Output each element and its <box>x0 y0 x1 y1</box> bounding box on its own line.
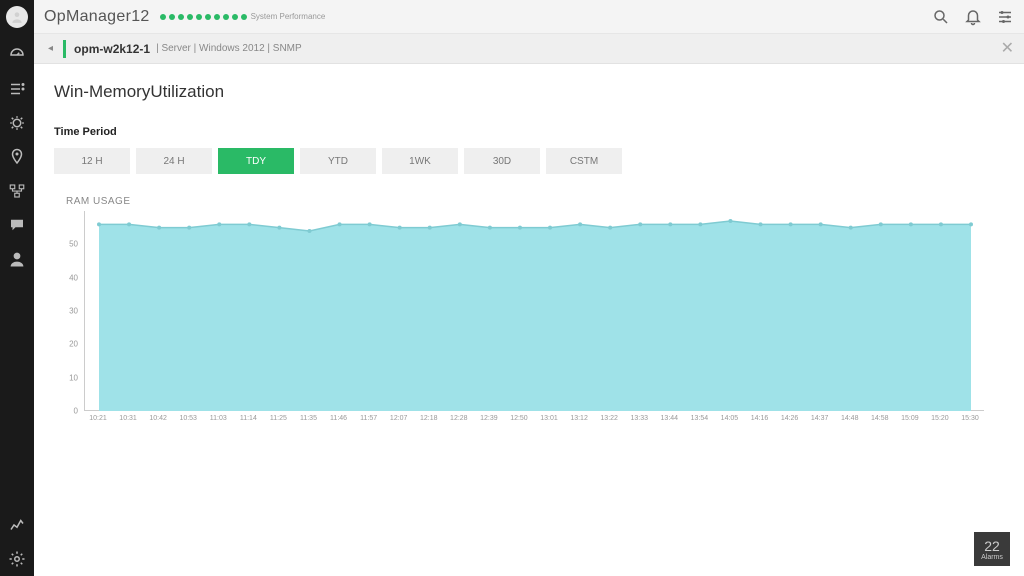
search-icon[interactable] <box>932 8 950 26</box>
time-period-row: 12 H24 HTDYYTD1WK30DCSTM <box>54 148 1004 174</box>
pin-icon[interactable] <box>0 140 34 174</box>
chat-icon[interactable] <box>0 208 34 242</box>
period-button-1wk[interactable]: 1WK <box>382 148 458 174</box>
chart-y-axis: 01020304050 <box>54 211 82 411</box>
settings-icon[interactable] <box>0 542 34 576</box>
back-button[interactable]: ◂ <box>42 43 59 54</box>
bell-icon[interactable] <box>964 8 982 26</box>
network-icon[interactable] <box>0 174 34 208</box>
app-title: OpManager12 <box>44 8 150 26</box>
alarms-count: 22 <box>984 538 1000 554</box>
device-name[interactable]: opm-w2k12-1 <box>74 42 150 56</box>
reports-icon[interactable] <box>0 508 34 542</box>
chart: 01020304050 10:2110:3110:4210:5311:0311:… <box>54 211 1004 441</box>
chart-title: RAM USAGE <box>66 196 1004 207</box>
period-button-30d[interactable]: 30D <box>464 148 540 174</box>
period-button-12h[interactable]: 12 H <box>54 148 130 174</box>
performance-label: System Performance <box>251 12 326 21</box>
sliders-icon[interactable] <box>996 8 1014 26</box>
chart-plot-area <box>84 211 984 411</box>
period-button-ytd[interactable]: YTD <box>300 148 376 174</box>
close-icon[interactable]: ✕ <box>1001 41 1014 57</box>
alert-icon[interactable] <box>0 106 34 140</box>
topbar: OpManager12 System Performance <box>34 0 1024 34</box>
breadcrumb: ◂ opm-w2k12-1 | Server | Windows 2012 | … <box>34 34 1024 64</box>
content: Win-MemoryUtilization Time Period 12 H24… <box>34 64 1024 576</box>
period-button-24h[interactable]: 24 H <box>136 148 212 174</box>
breadcrumb-meta: | Server | Windows 2012 | SNMP <box>156 43 302 54</box>
page-title: Win-MemoryUtilization <box>54 82 1004 102</box>
performance-indicator <box>160 14 247 20</box>
avatar[interactable] <box>6 6 28 28</box>
time-period-label: Time Period <box>54 126 1004 138</box>
alarms-badge[interactable]: 22 Alarms <box>974 532 1010 566</box>
period-button-tdy[interactable]: TDY <box>218 148 294 174</box>
accent-bar <box>63 40 66 58</box>
alarms-label: Alarms <box>981 554 1003 561</box>
list-icon[interactable] <box>0 72 34 106</box>
sidebar <box>0 0 34 576</box>
chart-x-axis: 10:2110:3110:4210:5311:0311:1411:2511:35… <box>84 411 984 431</box>
period-button-cstm[interactable]: CSTM <box>546 148 622 174</box>
user-icon[interactable] <box>0 242 34 276</box>
dashboard-icon[interactable] <box>0 38 34 72</box>
